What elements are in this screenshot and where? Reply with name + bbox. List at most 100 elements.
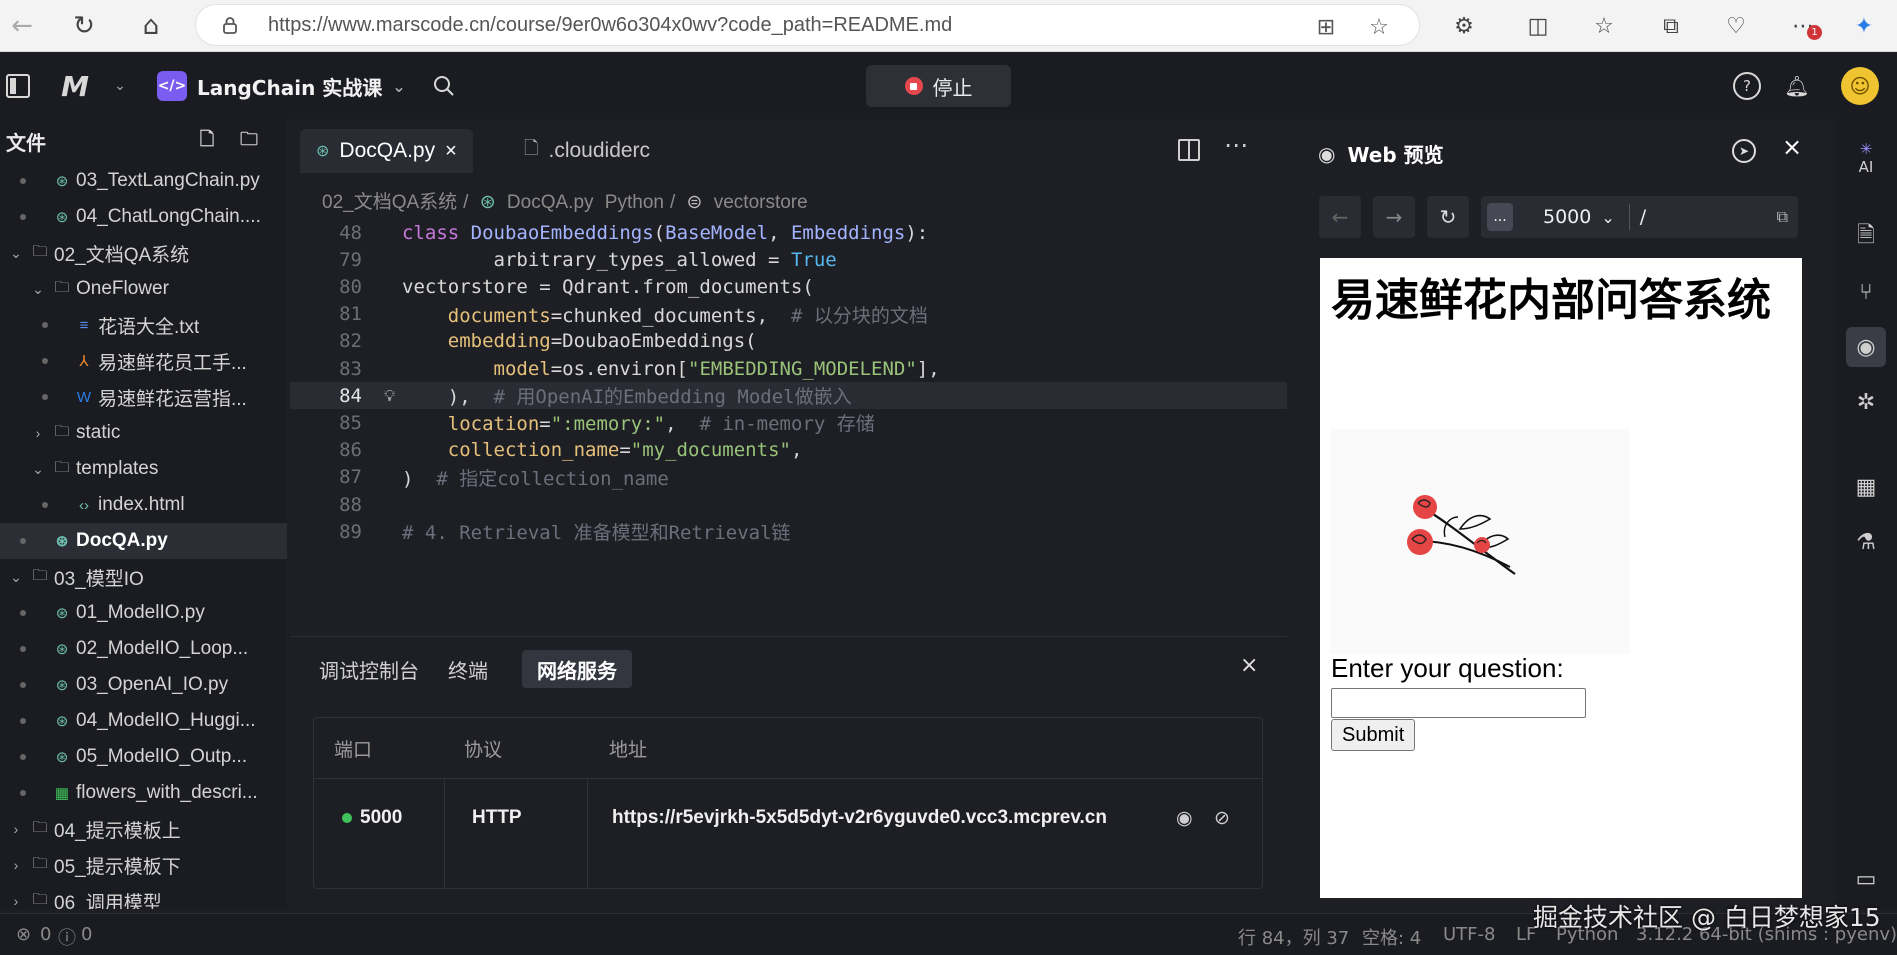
tree-file[interactable]: ⊛ 01_ModelIO.py (0, 595, 287, 631)
home-icon[interactable]: ⌂ (133, 8, 169, 44)
code-line[interactable]: 89 # 4. Retrieval 准备模型和Retrieval链 (290, 518, 1287, 545)
tree-folder[interactable]: ⌄ 🗀 OneFlower (0, 271, 287, 307)
code-area[interactable]: 48 class DoubaoEmbeddings(BaseModel, Embe… (290, 219, 1287, 627)
address-link[interactable]: https://r5evjrkh-5x5d5dyt-v2r6yguvde0.vc… (612, 780, 1107, 856)
breadcrumb-item[interactable]: vectorstore (714, 192, 808, 213)
error-count[interactable]: 0 (40, 924, 51, 945)
copy-icon[interactable]: ⧉ (1777, 207, 1788, 227)
project-selector[interactable]: </> LangChain 实战课 ⌄ (157, 67, 406, 105)
chevron-down-icon[interactable]: ⌄ (110, 73, 130, 99)
port-select[interactable]: 5000 (1543, 206, 1591, 228)
split-editor-icon[interactable] (1178, 139, 1200, 161)
path-input[interactable]: / (1640, 206, 1646, 228)
tree-folder[interactable]: › 🗀 05_提示模板下 (0, 847, 287, 883)
chevron-down-icon[interactable]: ⌄ (30, 461, 46, 478)
code-line[interactable]: 48 class DoubaoEmbeddings(BaseModel, Embe… (290, 219, 1287, 246)
warnings-icon[interactable]: ⓘ (58, 924, 76, 950)
web-preview-icon[interactable]: ◉ (1846, 327, 1886, 367)
tree-file[interactable]: ⊛ 02_ModelIO_Loop... (0, 631, 287, 667)
tab-debug-console[interactable]: 调试控制台 (304, 650, 434, 688)
tree-file[interactable]: ⊛ 05_ModelIO_Outp... (0, 739, 287, 775)
tree-file[interactable]: ⅄ 易速鲜花员工手... (0, 343, 287, 379)
code-line[interactable]: 84 💡︎ ), # 用OpenAI的Embedding Model做嵌入 (290, 382, 1287, 410)
question-input[interactable] (1331, 688, 1586, 718)
tab-terminal[interactable]: 终端 (433, 650, 503, 688)
tree-file[interactable]: ⊛ DocQA.py (0, 523, 287, 559)
tree-folder[interactable]: › 🗀 06_调用模型 (0, 883, 287, 910)
debug-icon[interactable]: ✲ (1846, 382, 1886, 422)
extensions-icon[interactable]: ⚙ (1450, 12, 1478, 40)
tree-folder[interactable]: › 🗀 04_提示模板上 (0, 811, 287, 847)
forward-icon[interactable]: → (1373, 196, 1415, 238)
chevron-right-icon[interactable]: › (30, 425, 46, 441)
chevron-down-icon[interactable]: ⌄ (1601, 208, 1614, 227)
copilot-icon[interactable]: ✦ (1850, 12, 1878, 40)
toggle-panel-icon[interactable]: ▭ (1846, 859, 1886, 899)
code-line[interactable]: 85 location=":memory:", # in-memory 存储 (290, 409, 1287, 436)
new-file-icon[interactable]: 🗋 (196, 129, 218, 153)
code-line[interactable]: 86 collection_name="my_documents", (290, 437, 1287, 464)
address-bar[interactable]: https://www.marscode.cn/course/9er0w6o30… (195, 4, 1420, 46)
code-line[interactable]: 82 embedding=DoubaoEmbeddings( (290, 328, 1287, 355)
search-file-icon[interactable]: 🗎 (1846, 217, 1886, 257)
breadcrumb-item[interactable]: Python (605, 192, 664, 213)
chevron-down-icon[interactable]: ⌄ (8, 569, 24, 586)
tree-folder[interactable]: ⌄ 🗀 templates (0, 451, 287, 487)
tab-network-services[interactable]: 网络服务 (522, 650, 632, 688)
favorite-star-icon[interactable]: ☆ (1367, 15, 1391, 40)
indentation[interactable]: 空格: 4 (1362, 924, 1421, 950)
close-panel-icon[interactable]: × (1240, 653, 1258, 678)
bell-icon[interactable]: 🔔︎ (1783, 72, 1811, 100)
more-actions-icon[interactable]: ⋯ (1224, 131, 1248, 159)
stop-button[interactable]: 停止 (866, 65, 1011, 107)
ai-assistant-button[interactable]: ✳ AI (1846, 133, 1886, 183)
tree-file[interactable]: ⊛ 03_TextLangChain.py (0, 163, 287, 199)
close-icon[interactable]: × (445, 140, 457, 163)
breadcrumb-item[interactable]: 02_文档QA系统 (322, 192, 457, 213)
warning-count[interactable]: 0 (81, 924, 92, 945)
chevron-down-icon[interactable]: ⌄ (30, 281, 46, 298)
new-folder-icon[interactable]: 🗀 (238, 129, 260, 153)
tab-docqa[interactable]: ⊛ DocQA.py × (300, 129, 473, 173)
collections-icon[interactable]: ⧉ (1657, 12, 1685, 40)
tree-file[interactable]: ≡ 花语大全.txt (0, 307, 287, 343)
refresh-icon[interactable]: ↻ (1427, 196, 1469, 238)
code-line[interactable]: 79 arbitrary_types_allowed = True (290, 246, 1287, 273)
avatar[interactable]: ☺ (1841, 67, 1879, 105)
preview-eye-icon[interactable]: ◉ (1176, 780, 1193, 856)
extensions-grid-icon[interactable]: ▦ (1846, 467, 1886, 507)
chevron-right-icon[interactable]: › (8, 893, 24, 909)
marscode-logo-icon[interactable]: M (52, 69, 98, 103)
compass-icon[interactable]: ➤ (1732, 139, 1756, 163)
help-icon[interactable]: ? (1733, 72, 1761, 100)
errors-icon[interactable]: ⊗ (16, 924, 31, 945)
toggle-sidebar-icon[interactable] (6, 74, 30, 98)
back-icon[interactable]: ← (1319, 196, 1361, 238)
tab-cloudiderc[interactable]: 🗋 .cloudiderc (508, 129, 666, 173)
cursor-position[interactable]: 行 84，列 37 (1238, 924, 1349, 950)
tree-file[interactable]: ⊛ 04_ModelIO_Huggi... (0, 703, 287, 739)
code-line[interactable]: 83 model=os.environ["EMBEDDING_MODELEND"… (290, 355, 1287, 382)
code-line[interactable]: 88 (290, 491, 1287, 518)
lightbulb-icon[interactable]: 💡︎ (384, 386, 395, 406)
chevron-right-icon[interactable]: › (8, 857, 24, 873)
testing-flask-icon[interactable]: ⚗ (1846, 522, 1886, 562)
reload-icon[interactable]: ↻ (66, 8, 102, 44)
tree-folder[interactable]: › 🗀 static (0, 415, 287, 451)
tree-file[interactable]: ▦ flowers_with_descri... (0, 775, 287, 811)
tree-file[interactable]: W 易速鲜花运营指... (0, 379, 287, 415)
app-grid-icon[interactable]: ⊞ (1314, 15, 1338, 40)
search-icon[interactable] (430, 72, 458, 100)
more-button[interactable]: ... (1487, 203, 1513, 231)
close-icon[interactable]: × (1782, 133, 1802, 161)
back-icon[interactable]: ← (4, 8, 40, 44)
favorites-icon[interactable]: ☆ (1590, 12, 1618, 40)
submit-button[interactable]: Submit (1331, 719, 1416, 751)
breadcrumb-item[interactable]: DocQA.py (507, 192, 594, 213)
encoding[interactable]: UTF-8 (1443, 924, 1495, 945)
code-line[interactable]: 87) # 指定collection_name (290, 464, 1287, 491)
open-browser-icon[interactable]: ⊘ (1214, 780, 1230, 856)
browser-essentials-icon[interactable]: ♡ (1722, 12, 1750, 40)
split-screen-icon[interactable]: ◫ (1524, 12, 1552, 40)
tree-folder[interactable]: ⌄ 🗀 02_文档QA系统 (0, 235, 287, 271)
